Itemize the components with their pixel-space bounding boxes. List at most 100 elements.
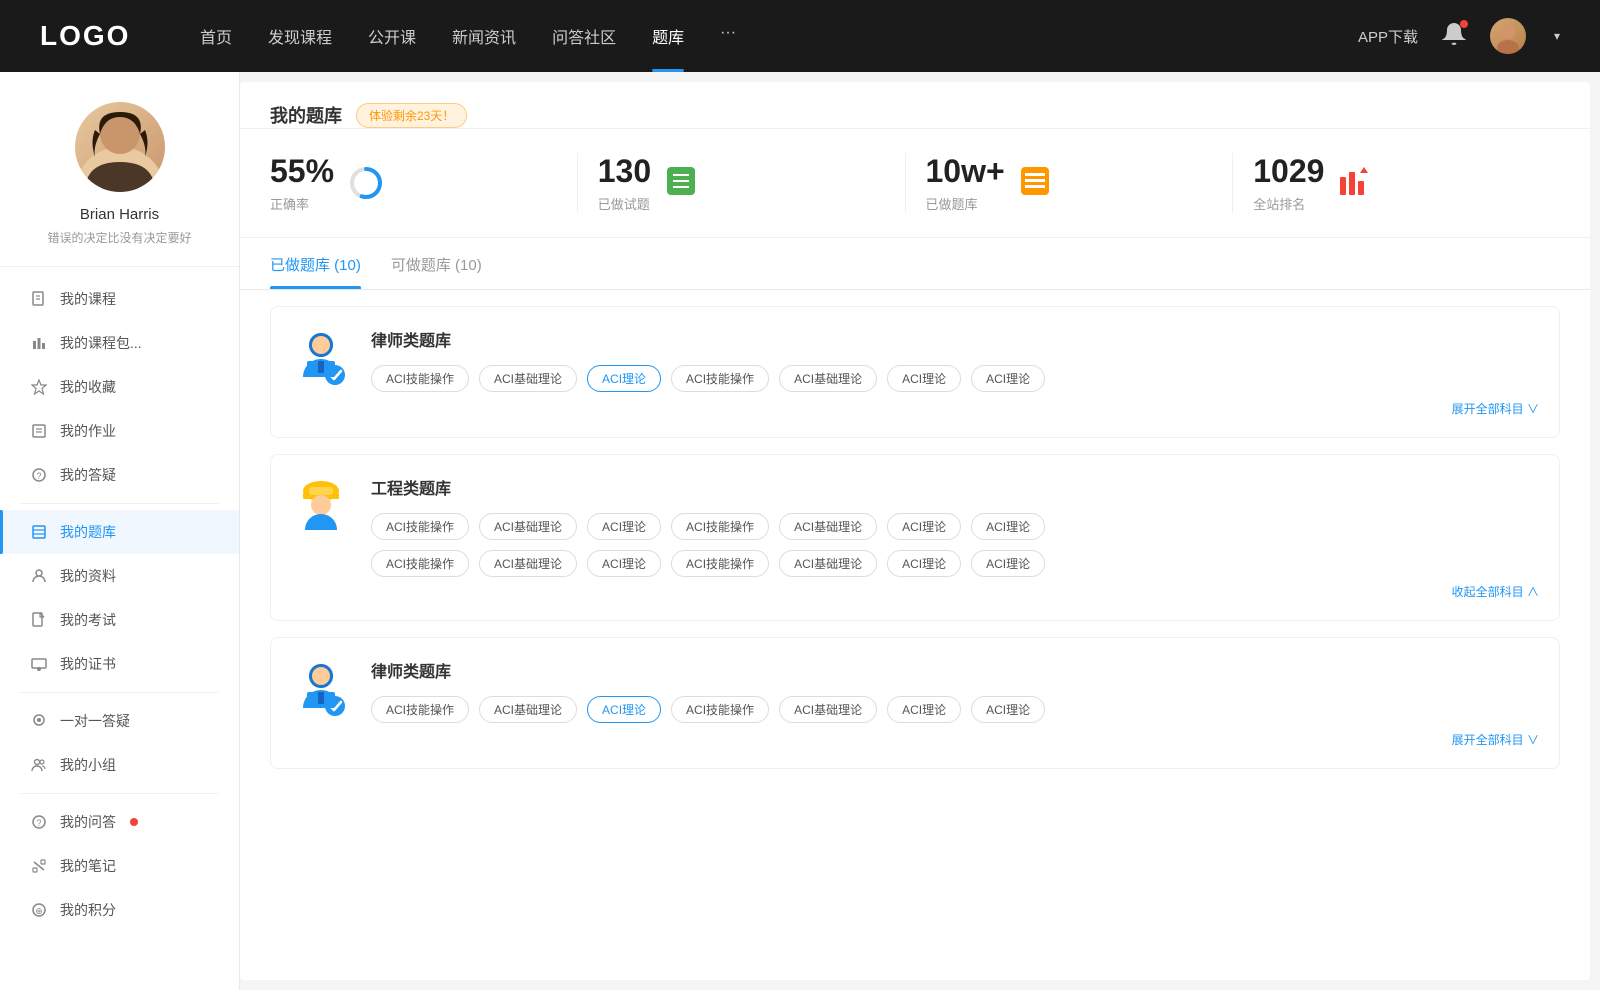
qbank-tag[interactable]: ACI基础理论 bbox=[779, 513, 877, 540]
sidebar-item-我的题库[interactable]: 我的题库 bbox=[0, 510, 239, 554]
sidebar-item-我的课程[interactable]: 我的课程 bbox=[0, 277, 239, 321]
stat-item-0: 55% 正确率 bbox=[270, 153, 578, 213]
qbank-tag[interactable]: ACI基础理论 bbox=[479, 550, 577, 577]
profile-icon bbox=[30, 567, 48, 585]
qbank-tag[interactable]: ACI理论 bbox=[587, 513, 661, 540]
qbank-title: 工程类题库 bbox=[371, 475, 1539, 499]
qbank-tag[interactable]: ACI理论 bbox=[971, 513, 1045, 540]
sidebar-item-我的答疑[interactable]: ?我的答疑 bbox=[0, 453, 239, 497]
main-content: 我的题库 体验剩余23天！ 55%正确率130已做试题10w+已做题库1029全… bbox=[240, 82, 1590, 980]
nav-menu-item[interactable]: 题库 bbox=[652, 24, 684, 48]
qbank-tag[interactable]: ACI技能操作 bbox=[371, 513, 469, 540]
sidebar-motto: 错误的决定比没有决定要好 bbox=[47, 229, 191, 246]
qbank-content: 律师类题库ACI技能操作ACI基础理论ACI理论ACI技能操作ACI基础理论AC… bbox=[371, 658, 1539, 748]
bank-icon bbox=[30, 523, 48, 541]
qbank-tag[interactable]: ACI理论 bbox=[887, 365, 961, 392]
nav-menu-item[interactable]: 首页 bbox=[200, 24, 232, 48]
sidebar-avatar[interactable] bbox=[75, 102, 165, 192]
file-icon bbox=[30, 290, 48, 308]
qbank-card: 律师类题库 ACI技能操作 ACI基础理论 ACI理论 ACI技能操作 ACI基础理论 AC… bbox=[270, 306, 1560, 438]
sidebar-item-我的积分[interactable]: ⊕我的积分 bbox=[0, 888, 239, 932]
qbank-tag[interactable]: ACI理论 bbox=[971, 550, 1045, 577]
sidebar-item-我的作业[interactable]: 我的作业 bbox=[0, 409, 239, 453]
stats-row: 55%正确率130已做试题10w+已做题库1029全站排名 bbox=[240, 129, 1590, 238]
sidebar-item-我的考试[interactable]: 我的考试 bbox=[0, 598, 239, 642]
sidebar-item-我的资料[interactable]: 我的资料 bbox=[0, 554, 239, 598]
nav-menu-item[interactable]: 发现课程 bbox=[268, 24, 332, 48]
stat-value: 55% bbox=[270, 153, 334, 190]
tab-item[interactable]: 已做题库 (10) bbox=[270, 254, 361, 289]
app-download-link[interactable]: APP下载 bbox=[1358, 26, 1418, 47]
nav-menu-item[interactable]: 问答社区 bbox=[552, 24, 616, 48]
qbank-tags: ACI技能操作 ACI基础理论 ACI理论 ACI技能操作 ACI基础理论 ACI理论 AC… bbox=[371, 513, 1539, 540]
qbank-tag[interactable]: ACI技能操作 bbox=[371, 365, 469, 392]
sidebar-divider bbox=[20, 503, 219, 504]
nav-menu: 首页 发现课程 公开课 新闻资讯 问答社区 题库 ··· bbox=[200, 24, 1358, 48]
sidebar-item-我的收藏[interactable]: 我的收藏 bbox=[0, 365, 239, 409]
sidebar-item-我的问答[interactable]: ?我的问答 bbox=[0, 800, 239, 844]
notification-dot bbox=[130, 818, 138, 826]
sidebar-item-label: 我的资料 bbox=[60, 566, 116, 586]
qbank-title: 律师类题库 bbox=[371, 327, 1539, 351]
qbank-tags-row2: ACI技能操作 ACI基础理论 ACI理论 ACI技能操作 ACI基础理论 ACI理论 AC… bbox=[371, 550, 1539, 577]
qbank-tag[interactable]: ACI技能操作 bbox=[371, 550, 469, 577]
stat-label: 已做题库 bbox=[926, 194, 1005, 213]
qbank-tag[interactable]: ACI理论 bbox=[887, 696, 961, 723]
qbank-tag[interactable]: ACI技能操作 bbox=[671, 696, 769, 723]
qbank-tag[interactable]: ACI基础理论 bbox=[779, 550, 877, 577]
trial-badge: 体验剩余23天！ bbox=[356, 103, 467, 128]
qa-icon bbox=[30, 712, 48, 730]
engineer-icon bbox=[291, 475, 351, 545]
sidebar-item-我的笔记[interactable]: 我的笔记 bbox=[0, 844, 239, 888]
qbank-tag[interactable]: ACI基础理论 bbox=[479, 365, 577, 392]
qbank-tag[interactable]: ACI技能操作 bbox=[671, 365, 769, 392]
qbank-tag[interactable]: ACI技能操作 bbox=[371, 696, 469, 723]
sidebar-item-label: 我的作业 bbox=[60, 421, 116, 441]
qbank-expand-button[interactable]: 展开全部科目 ∨ bbox=[371, 731, 1539, 748]
sidebar-profile: Brian Harris 错误的决定比没有决定要好 bbox=[0, 72, 239, 267]
qbank-tag[interactable]: ACI理论 bbox=[971, 365, 1045, 392]
nav-menu-item[interactable]: 新闻资讯 bbox=[452, 24, 516, 48]
qbank-tag[interactable]: ACI基础理论 bbox=[779, 696, 877, 723]
qbank-expand-button[interactable]: 展开全部科目 ∨ bbox=[371, 400, 1539, 417]
profile-dropdown-arrow[interactable]: ▾ bbox=[1554, 29, 1560, 43]
qbank-tag[interactable]: ACI技能操作 bbox=[671, 513, 769, 540]
note-icon bbox=[30, 857, 48, 875]
qbank-tag[interactable]: ACI基础理论 bbox=[779, 365, 877, 392]
qbank-expand-button[interactable]: 收起全部科目 ∧ bbox=[371, 583, 1539, 600]
sidebar-item-label: 我的考试 bbox=[60, 610, 116, 630]
stat-label: 正确率 bbox=[270, 194, 334, 213]
avatar[interactable] bbox=[1490, 18, 1526, 54]
stat-label: 已做试题 bbox=[598, 194, 651, 213]
qbank-tag[interactable]: ACI技能操作 bbox=[671, 550, 769, 577]
group-icon bbox=[30, 756, 48, 774]
sidebar-item-我的证书[interactable]: 我的证书 bbox=[0, 642, 239, 686]
pie-chart-icon bbox=[348, 165, 384, 201]
qbank-tag[interactable]: ACI理论 bbox=[587, 696, 661, 723]
qbank-tag[interactable]: ACI理论 bbox=[887, 513, 961, 540]
chart-icon bbox=[30, 334, 48, 352]
sidebar-item-label: 一对一答疑 bbox=[60, 711, 130, 731]
logo[interactable]: LOGO bbox=[40, 20, 140, 52]
qbank-card: 工程类题库ACI技能操作ACI基础理论ACI理论ACI技能操作ACI基础理论AC… bbox=[270, 454, 1560, 621]
sidebar-menu: 我的课程我的课程包...我的收藏我的作业 ?我的答疑我的题库我的资料我的考试我的证… bbox=[0, 267, 239, 942]
nav-menu-item[interactable]: ··· bbox=[720, 24, 736, 48]
sidebar-item-我的课程包...[interactable]: 我的课程包... bbox=[0, 321, 239, 365]
sidebar-divider bbox=[20, 793, 219, 794]
qbank-tag[interactable]: ACI理论 bbox=[887, 550, 961, 577]
notification-bell[interactable] bbox=[1442, 22, 1466, 51]
list-icon bbox=[665, 165, 701, 201]
sidebar-divider bbox=[20, 692, 219, 693]
tab-item[interactable]: 可做题库 (10) bbox=[391, 254, 482, 289]
nav-menu-item[interactable]: 公开课 bbox=[368, 24, 416, 48]
qbank-tag[interactable]: ACI理论 bbox=[587, 365, 661, 392]
qbank-tag[interactable]: ACI基础理论 bbox=[479, 513, 577, 540]
sidebar-username: Brian Harris bbox=[80, 206, 159, 223]
sidebar-item-一对一答疑[interactable]: 一对一答疑 bbox=[0, 699, 239, 743]
sidebar-item-label: 我的问答 bbox=[60, 812, 116, 832]
sidebar-item-label: 我的答疑 bbox=[60, 465, 116, 485]
sidebar-item-我的小组[interactable]: 我的小组 bbox=[0, 743, 239, 787]
qbank-tag[interactable]: ACI理论 bbox=[971, 696, 1045, 723]
qbank-tag[interactable]: ACI基础理论 bbox=[479, 696, 577, 723]
qbank-tag[interactable]: ACI理论 bbox=[587, 550, 661, 577]
